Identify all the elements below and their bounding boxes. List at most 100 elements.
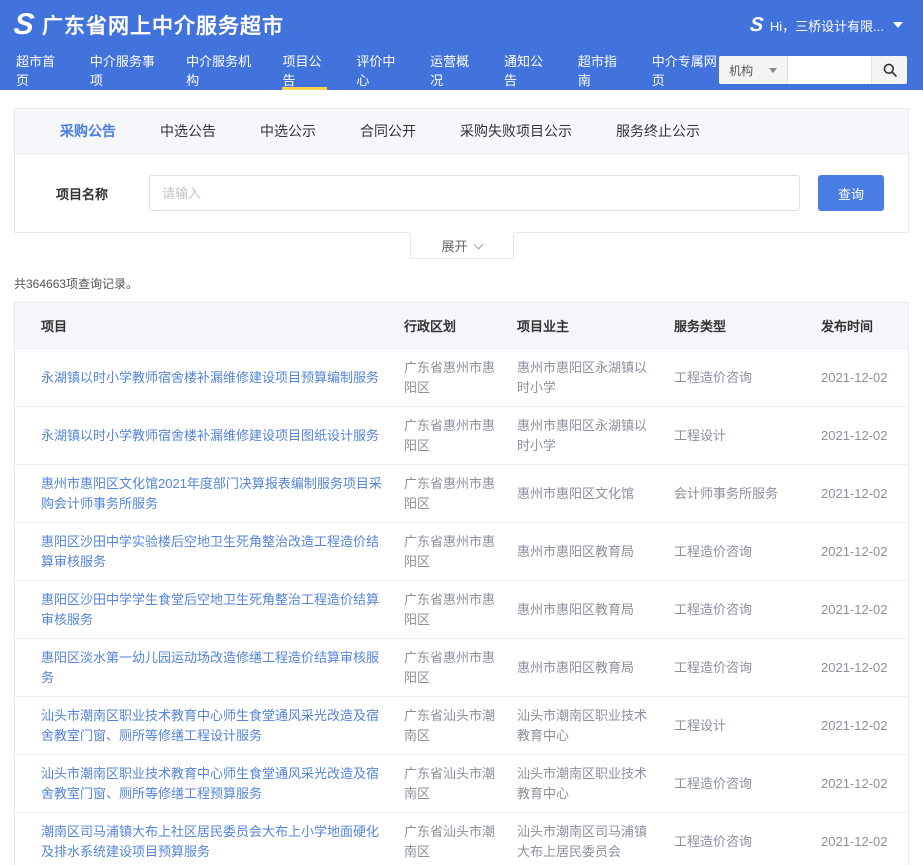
region-cell: 广东省汕头市潮南区 xyxy=(394,697,507,755)
publish-date-cell: 2021-12-02 xyxy=(811,755,908,813)
publish-date-cell: 2021-12-02 xyxy=(811,697,908,755)
header-search-button[interactable] xyxy=(871,56,907,84)
search-icon xyxy=(882,62,898,78)
column-header-1: 行政区划 xyxy=(394,303,507,349)
header-search-input[interactable] xyxy=(788,56,871,84)
owner-cell: 汕头市潮南区职业技术教育中心 xyxy=(507,755,664,813)
project-cell: 汕头市潮南区职业技术教育中心师生食堂通风采光改造及宿舍教室门窗、厕所等修缮工程设… xyxy=(15,697,394,755)
expand-button[interactable]: 展开 xyxy=(410,232,514,259)
nav-item-0[interactable]: 超市首页 xyxy=(16,50,61,90)
project-cell: 惠阳区淡水第一幼儿园运动场改造修缮工程造价结算审核服务 xyxy=(15,639,394,697)
project-link[interactable]: 惠阳区淡水第一幼儿园运动场改造修缮工程造价结算审核服务 xyxy=(41,650,379,685)
owner-cell: 惠州市惠阳区永湖镇以时小学 xyxy=(507,407,664,465)
nav-item-2[interactable]: 中介服务机构 xyxy=(186,50,253,90)
tab-1[interactable]: 中选公告 xyxy=(160,121,216,141)
nav-item-3[interactable]: 项目公告 xyxy=(282,50,327,90)
user-menu[interactable]: S Hi，三桥设计有限... xyxy=(750,15,903,35)
project-cell: 惠阳区沙田中学学生食堂后空地卫生死角整治工程造价结算审核服务 xyxy=(15,581,394,639)
table-header-row: 项目行政区划项目业主服务类型发布时间 xyxy=(15,303,908,349)
project-link[interactable]: 永湖镇以时小学教师宿舍楼补漏维修建设项目预算编制服务 xyxy=(41,370,379,385)
project-name-input[interactable] xyxy=(149,175,800,211)
tab-4[interactable]: 采购失败项目公示 xyxy=(460,121,572,141)
main-nav-bar: 超市首页中介服务事项中介服务机构项目公告评价中心运营概况通知公告超市指南中介专属… xyxy=(0,50,923,90)
owner-cell: 惠州市惠阳区永湖镇以时小学 xyxy=(507,349,664,407)
main-nav: 超市首页中介服务事项中介服务机构项目公告评价中心运营概况通知公告超市指南中介专属… xyxy=(16,50,719,90)
table-row: 永湖镇以时小学教师宿舍楼补漏维修建设项目图纸设计服务广东省惠州市惠阳区惠州市惠阳… xyxy=(15,407,908,465)
publish-date-cell: 2021-12-02 xyxy=(811,639,908,697)
project-cell: 汕头市潮南区职业技术教育中心师生食堂通风采光改造及宿舍教室门窗、厕所等修缮工程预… xyxy=(15,755,394,813)
region-cell: 广东省惠州市惠阳区 xyxy=(394,523,507,581)
announcement-tabs: 采购公告 中选公告 中选公示 合同公开 采购失败项目公示 服务终止公示 xyxy=(15,109,908,154)
project-link[interactable]: 汕头市潮南区职业技术教育中心师生食堂通风采光改造及宿舍教室门窗、厕所等修缮工程预… xyxy=(41,766,379,801)
owner-cell: 惠州市惠阳区教育局 xyxy=(507,639,664,697)
publish-date-cell: 2021-12-02 xyxy=(811,581,908,639)
filter-form: 项目名称 查询 xyxy=(15,154,908,232)
nav-item-8[interactable]: 中介专属网页 xyxy=(652,50,719,90)
column-header-3: 服务类型 xyxy=(664,303,811,349)
region-cell: 广东省汕头市潮南区 xyxy=(394,755,507,813)
service-type-cell: 工程设计 xyxy=(664,407,811,465)
owner-cell: 汕头市潮南区司马浦镇大布上居民委员会 xyxy=(507,813,664,865)
column-header-2: 项目业主 xyxy=(507,303,664,349)
nav-item-5[interactable]: 运营概况 xyxy=(430,50,475,90)
filter-card: 采购公告 中选公告 中选公示 合同公开 采购失败项目公示 服务终止公示 项目名称 查询 xyxy=(14,108,909,233)
tab-5[interactable]: 服务终止公示 xyxy=(616,121,700,141)
site-logo-icon: S xyxy=(12,10,33,40)
table-row: 潮南区司马浦镇大布上社区居民委员会大布上小学地面硬化及排水系统建设项目预算服务广… xyxy=(15,813,908,865)
project-link[interactable]: 惠州市惠阳区文化馆2021年度部门决算报表编制服务项目采购会计师事务所服务 xyxy=(41,476,382,511)
tab-3[interactable]: 合同公开 xyxy=(360,121,416,141)
service-type-cell: 会计师事务所服务 xyxy=(664,465,811,523)
owner-cell: 汕头市潮南区职业技术教育中心 xyxy=(507,697,664,755)
nav-item-4[interactable]: 评价中心 xyxy=(356,50,401,90)
chevron-down-icon xyxy=(473,239,483,249)
search-category-dropdown[interactable]: 机构 xyxy=(719,56,788,84)
publish-date-cell: 2021-12-02 xyxy=(811,349,908,407)
region-cell: 广东省惠州市惠阳区 xyxy=(394,349,507,407)
result-count-text: 共364663项查询记录。 xyxy=(14,275,909,292)
project-link[interactable]: 惠阳区沙田中学实验楼后空地卫生死角整治改造工程造价结算审核服务 xyxy=(41,534,379,569)
table-row: 汕头市潮南区职业技术教育中心师生食堂通风采光改造及宿舍教室门窗、厕所等修缮工程设… xyxy=(15,697,908,755)
nav-item-7[interactable]: 超市指南 xyxy=(578,50,623,90)
user-org-logo-icon: S xyxy=(748,15,761,35)
publish-date-cell: 2021-12-02 xyxy=(811,523,908,581)
project-link[interactable]: 惠阳区沙田中学学生食堂后空地卫生死角整治工程造价结算审核服务 xyxy=(41,592,379,627)
nav-item-1[interactable]: 中介服务事项 xyxy=(90,50,157,90)
publish-date-cell: 2021-12-02 xyxy=(811,465,908,523)
table-row: 永湖镇以时小学教师宿舍楼补漏维修建设项目预算编制服务广东省惠州市惠阳区惠州市惠阳… xyxy=(15,349,908,407)
chevron-down-icon xyxy=(769,68,777,73)
table-row: 惠州市惠阳区文化馆2021年度部门决算报表编制服务项目采购会计师事务所服务广东省… xyxy=(15,465,908,523)
user-greeting: Hi，三桥设计有限... xyxy=(770,16,884,35)
search-category-value: 机构 xyxy=(729,62,753,79)
table-row: 惠阳区沙田中学学生食堂后空地卫生死角整治工程造价结算审核服务广东省惠州市惠阳区惠… xyxy=(15,581,908,639)
project-link[interactable]: 潮南区司马浦镇大布上社区居民委员会大布上小学地面硬化及排水系统建设项目预算服务 xyxy=(41,824,379,859)
page-content: 采购公告 中选公告 中选公示 合同公开 采购失败项目公示 服务终止公示 项目名称 查询 展… xyxy=(0,108,923,865)
column-header-4: 发布时间 xyxy=(811,303,908,349)
column-header-0: 项目 xyxy=(15,303,394,349)
top-header: S 广东省网上中介服务超市 S Hi，三桥设计有限... xyxy=(0,0,923,50)
service-type-cell: 工程造价咨询 xyxy=(664,349,811,407)
owner-cell: 惠州市惠阳区文化馆 xyxy=(507,465,664,523)
results-table-card: 项目行政区划项目业主服务类型发布时间 永湖镇以时小学教师宿舍楼补漏维修建设项目预… xyxy=(14,302,909,865)
user-menu-caret-icon xyxy=(893,22,903,28)
owner-cell: 惠州市惠阳区教育局 xyxy=(507,523,664,581)
service-type-cell: 工程造价咨询 xyxy=(664,755,811,813)
nav-item-6[interactable]: 通知公告 xyxy=(504,50,549,90)
tab-0[interactable]: 采购公告 xyxy=(60,121,116,141)
region-cell: 广东省惠州市惠阳区 xyxy=(394,407,507,465)
project-link[interactable]: 永湖镇以时小学教师宿舍楼补漏维修建设项目图纸设计服务 xyxy=(41,428,379,443)
project-link[interactable]: 汕头市潮南区职业技术教育中心师生食堂通风采光改造及宿舍教室门窗、厕所等修缮工程设… xyxy=(41,708,379,743)
table-body: 永湖镇以时小学教师宿舍楼补漏维修建设项目预算编制服务广东省惠州市惠阳区惠州市惠阳… xyxy=(15,349,908,865)
tab-2[interactable]: 中选公示 xyxy=(260,121,316,141)
table-row: 惠阳区沙田中学实验楼后空地卫生死角整治改造工程造价结算审核服务广东省惠州市惠阳区… xyxy=(15,523,908,581)
table-row: 惠阳区淡水第一幼儿园运动场改造修缮工程造价结算审核服务广东省惠州市惠阳区惠州市惠… xyxy=(15,639,908,697)
service-type-cell: 工程造价咨询 xyxy=(664,639,811,697)
owner-cell: 惠州市惠阳区教育局 xyxy=(507,581,664,639)
query-button[interactable]: 查询 xyxy=(818,175,884,211)
service-type-cell: 工程造价咨询 xyxy=(664,523,811,581)
table-row: 汕头市潮南区职业技术教育中心师生食堂通风采光改造及宿舍教室门窗、厕所等修缮工程预… xyxy=(15,755,908,813)
project-cell: 永湖镇以时小学教师宿舍楼补漏维修建设项目图纸设计服务 xyxy=(15,407,394,465)
service-type-cell: 工程造价咨询 xyxy=(664,581,811,639)
region-cell: 广东省惠州市惠阳区 xyxy=(394,639,507,697)
brand: S 广东省网上中介服务超市 xyxy=(14,10,284,40)
project-cell: 惠阳区沙田中学实验楼后空地卫生死角整治改造工程造价结算审核服务 xyxy=(15,523,394,581)
